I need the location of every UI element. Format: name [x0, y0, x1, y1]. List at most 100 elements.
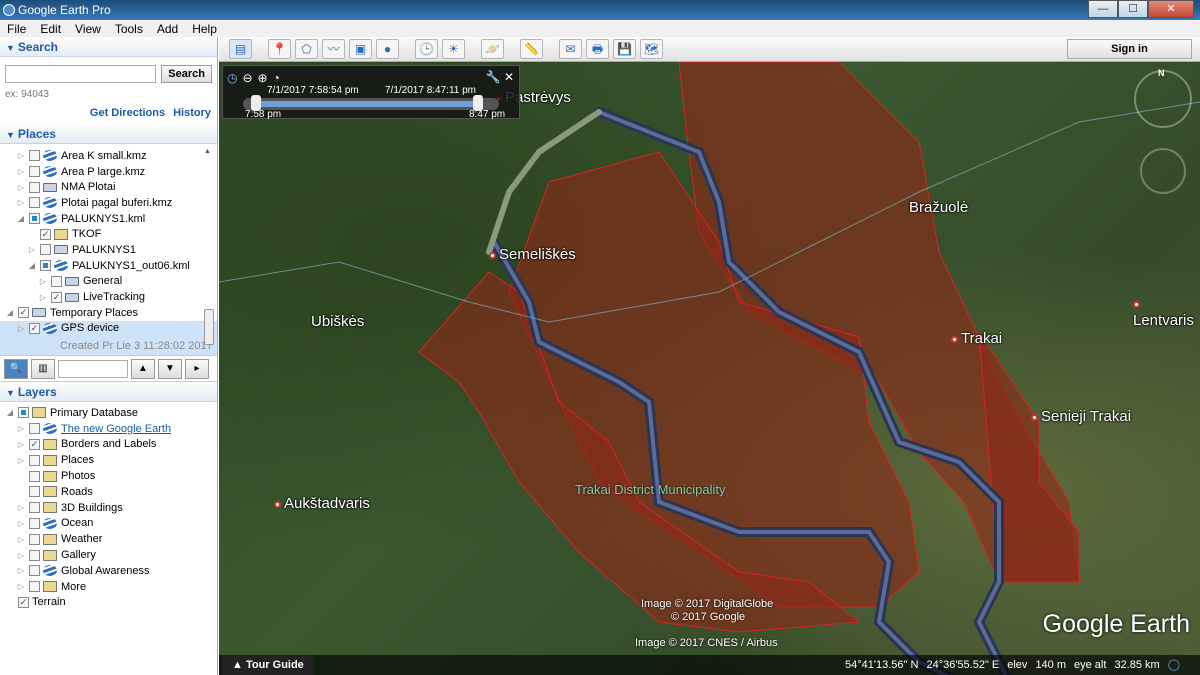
checkbox[interactable] — [29, 197, 40, 209]
save-image-button[interactable]: 💾 — [613, 39, 636, 59]
place-label[interactable]: Senieji Trakai — [1031, 408, 1131, 425]
menu-add[interactable]: Add — [150, 20, 185, 37]
checkbox[interactable] — [29, 423, 40, 435]
checkbox[interactable] — [29, 166, 40, 178]
places-item[interactable]: ▷ Plotai pagal buferi.kmz — [0, 195, 217, 211]
expand-icon[interactable]: ▷ — [16, 183, 26, 192]
record-tour-button[interactable]: ● — [376, 39, 399, 59]
expand-icon[interactable]: ▷ — [16, 519, 26, 528]
expand-icon[interactable]: ▷ — [27, 245, 37, 254]
checkbox[interactable] — [29, 533, 40, 545]
expand-icon[interactable]: ◢ — [16, 214, 26, 223]
layers-item[interactable]: ▷ The new Google Earth — [0, 421, 217, 437]
menu-file[interactable]: File — [0, 20, 33, 37]
checkbox[interactable] — [29, 454, 40, 466]
menu-help[interactable]: Help — [185, 20, 224, 37]
places-filter-input[interactable] — [58, 359, 128, 378]
planets-button[interactable]: 🪐 — [481, 39, 504, 59]
places-item[interactable]: ✓ TKOF — [0, 226, 217, 242]
menu-edit[interactable]: Edit — [33, 20, 68, 37]
checkbox[interactable] — [29, 581, 40, 593]
expand-icon[interactable]: ▷ — [16, 198, 26, 207]
expand-icon[interactable]: ◢ — [27, 261, 37, 270]
search-places-button[interactable]: 🔍 — [4, 358, 28, 379]
add-placemark-button[interactable]: 📍 — [268, 39, 291, 59]
expand-icon[interactable]: ▷ — [16, 535, 26, 544]
layers-item[interactable]: ▷ Weather — [0, 531, 217, 547]
expand-icon[interactable]: ▷ — [16, 167, 26, 176]
checkbox[interactable] — [29, 517, 40, 529]
add-image-overlay-button[interactable]: ▣ — [349, 39, 372, 59]
tour-guide-button[interactable]: ▲ Tour Guide — [222, 655, 314, 675]
layers-item[interactable]: Roads — [0, 484, 217, 500]
expand-icon[interactable]: ▷ — [38, 277, 48, 286]
layers-item[interactable]: ▷ 3D Buildings — [0, 500, 217, 516]
maximize-button[interactable]: ☐ — [1118, 0, 1148, 18]
checkbox[interactable] — [29, 486, 40, 498]
historical-imagery-button[interactable]: 🕒 — [415, 39, 438, 59]
layers-item[interactable]: ▷ Gallery — [0, 547, 217, 563]
print-button[interactable]: 🖶 — [586, 39, 609, 59]
layers-item[interactable]: ▷ More — [0, 579, 217, 595]
zoom-out-time-icon[interactable]: ⊖ — [242, 71, 252, 85]
animate-time-icon[interactable]: ◔ — [273, 71, 280, 85]
places-item[interactable]: ▷ General — [0, 274, 217, 290]
compass-navigation-control[interactable]: N — [1134, 68, 1192, 128]
move-down-button[interactable]: ▼ — [158, 358, 182, 379]
layers-item[interactable]: Photos — [0, 468, 217, 484]
checkbox[interactable] — [29, 181, 40, 193]
layers-item[interactable]: ▷ ✓ Borders and Labels — [0, 437, 217, 453]
sidebar-toggle-button[interactable]: ▤ — [229, 39, 252, 59]
checkbox[interactable]: ✓ — [40, 228, 51, 240]
expand-icon[interactable]: ▷ — [16, 456, 26, 465]
places-item[interactable]: ▷ Area K small.kmz — [0, 148, 217, 164]
menu-view[interactable]: View — [68, 20, 108, 37]
checkbox[interactable] — [40, 260, 51, 272]
checkbox[interactable]: ✓ — [51, 291, 62, 303]
place-label[interactable]: Aukštadvaris — [274, 495, 370, 512]
move-up-button[interactable]: ▲ — [131, 358, 155, 379]
menu-tools[interactable]: Tools — [108, 20, 150, 37]
expand-icon[interactable]: ◢ — [5, 408, 15, 417]
sunlight-button[interactable]: ☀ — [442, 39, 465, 59]
places-item[interactable]: ◢ PALUKNYS1_out06.kml — [0, 258, 217, 274]
place-label[interactable]: Lentvaris — [1133, 295, 1200, 329]
checkbox[interactable] — [29, 470, 40, 482]
ruler-button[interactable]: 📏 — [520, 39, 543, 59]
places-item[interactable]: ▷ NMA Plotai — [0, 179, 217, 195]
checkbox[interactable]: ✓ — [18, 307, 29, 319]
place-label[interactable]: Semeliškės — [489, 246, 576, 263]
layers-item[interactable]: ▷ Places — [0, 452, 217, 468]
places-scrollbar[interactable]: ▲ — [204, 148, 214, 353]
places-panel-header[interactable]: ▼ Places — [0, 124, 217, 144]
layers-item[interactable]: ◢ Primary Database — [0, 405, 217, 421]
close-button[interactable]: ✕ — [1148, 0, 1194, 18]
search-button[interactable]: Search — [161, 65, 212, 83]
expand-icon[interactable]: ▷ — [38, 293, 48, 302]
add-path-button[interactable]: 〰 — [322, 39, 345, 59]
checkbox[interactable]: ✓ — [18, 596, 29, 608]
view-in-maps-button[interactable]: 🗺 — [640, 39, 663, 59]
sign-in-button[interactable]: Sign in — [1067, 39, 1192, 59]
expand-icon[interactable]: ▷ — [16, 440, 26, 449]
expand-icon[interactable]: ▷ — [16, 582, 26, 591]
expand-icon[interactable]: ▷ — [16, 566, 26, 575]
place-label[interactable]: Bražuolė — [909, 199, 968, 216]
clock-icon[interactable]: ◷ — [227, 71, 237, 85]
places-menu-button[interactable]: ▸ — [185, 358, 209, 379]
checkbox[interactable]: ✓ — [29, 322, 40, 334]
map-canvas[interactable]: Pastrėvys Semeliškės Ubiškės Bražuolė Tr… — [219, 62, 1200, 675]
checkbox[interactable] — [40, 244, 51, 256]
place-label[interactable]: Trakai — [951, 330, 1002, 347]
places-item[interactable]: ▷ ✓ GPS device — [0, 320, 217, 337]
layers-item[interactable]: ✓ Terrain — [0, 595, 217, 611]
time-range-track[interactable] — [243, 95, 499, 111]
layers-panel-header[interactable]: ▼ Layers — [0, 382, 217, 402]
add-polygon-button[interactable]: ⬠ — [295, 39, 318, 59]
checkbox[interactable] — [29, 150, 40, 162]
checkbox[interactable] — [29, 213, 40, 225]
expand-icon[interactable]: ▷ — [16, 324, 26, 333]
checkbox[interactable] — [29, 565, 40, 577]
places-item[interactable]: ▷ PALUKNYS1 — [0, 242, 217, 258]
close-time-slider-icon[interactable]: ✕ — [504, 70, 514, 84]
